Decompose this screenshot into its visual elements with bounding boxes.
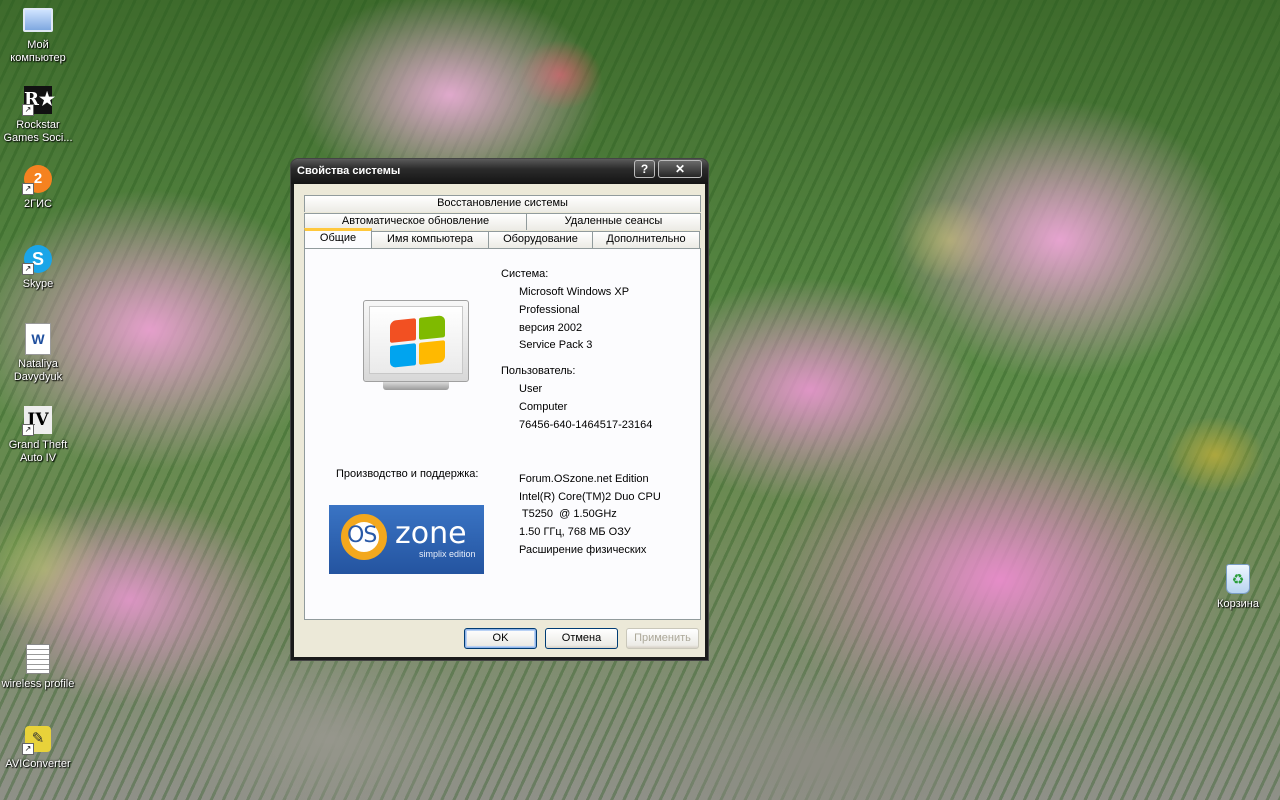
desktop-icon-wireless-profile[interactable]: wireless profile — [1, 643, 75, 691]
windows-xp-logo — [363, 300, 469, 390]
os-edition: Professional — [519, 304, 580, 316]
tab-row-3: Общие Имя компьютера Оборудование Дополн… — [304, 228, 700, 248]
word-document-icon: W — [22, 323, 54, 355]
desktop-icon-label: 2ГИС — [24, 198, 52, 210]
desktop-icon-gta-iv[interactable]: IV ↗ Grand Theft Auto IV — [1, 404, 75, 465]
ok-button[interactable]: OK — [464, 628, 537, 649]
support-heading: Производство и поддержка: — [336, 468, 479, 480]
2gis-icon: 2 ↗ — [22, 163, 54, 195]
tab-remote[interactable]: Удаленные сеансы — [526, 213, 701, 230]
window-title: Свойства системы — [297, 165, 401, 177]
desktop-icon-label: AVIConverter — [5, 758, 71, 770]
shortcut-arrow-icon: ↗ — [22, 263, 34, 275]
pae-info: Расширение физических — [519, 544, 647, 556]
desktop-icon-label: Nataliya Davydyuk — [13, 358, 63, 383]
system-properties-dialog: Свойства системы ? ✕ Восстановление сист… — [291, 159, 708, 660]
title-bar[interactable]: Свойства системы ? ✕ — [291, 159, 708, 184]
desktop-icon-2gis[interactable]: 2 ↗ 2ГИС — [1, 163, 75, 211]
cpu-name: Intel(R) Core(TM)2 Duo CPU — [519, 491, 661, 503]
help-icon: ? — [640, 162, 649, 176]
tab-advanced[interactable]: Дополнительно — [592, 231, 700, 248]
close-button[interactable]: ✕ — [658, 160, 702, 178]
desktop-icon-label: Skype — [22, 278, 54, 290]
desktop-icon-label: wireless profile — [1, 678, 75, 690]
os-service-pack: Service Pack 3 — [519, 339, 593, 351]
desktop-icon-label: Корзина — [1217, 598, 1259, 610]
general-tab-panel: Система: Microsoft Windows XP Profession… — [304, 248, 701, 620]
desktop: Мой компьютер R★ ↗ Rockstar Games Soci..… — [0, 0, 1280, 800]
desktop-icon-label: Мой компьютер — [10, 39, 66, 64]
registered-user: User — [519, 383, 543, 395]
desktop-icon-my-computer[interactable]: Мой компьютер — [1, 4, 75, 65]
tab-general[interactable]: Общие — [304, 228, 372, 248]
text-file-icon — [22, 643, 54, 675]
desktop-icon-rockstar[interactable]: R★ ↗ Rockstar Games Soci... — [1, 84, 75, 145]
apply-button[interactable]: Применить — [626, 628, 699, 649]
windows-flag-icon — [390, 315, 446, 369]
cpu-speed-ram: 1.50 ГГц, 768 МБ ОЗУ — [519, 526, 631, 538]
recycle-bin-icon: ♻ — [1222, 563, 1254, 595]
gta-iv-icon: IV ↗ — [22, 404, 54, 436]
help-button[interactable]: ? — [634, 160, 655, 178]
registered-organization: Computer — [519, 401, 568, 413]
rockstar-icon: R★ ↗ — [22, 84, 55, 116]
desktop-icon-recycle-bin[interactable]: ♻ Корзина — [1201, 563, 1275, 611]
skype-icon: S ↗ — [22, 243, 54, 275]
os-name: Microsoft Windows XP — [519, 286, 630, 298]
close-icon: ✕ — [674, 162, 686, 176]
shortcut-arrow-icon: ↗ — [22, 743, 34, 755]
tab-hardware[interactable]: Оборудование — [488, 231, 593, 248]
desktop-icon-skype[interactable]: S ↗ Skype — [1, 243, 75, 291]
desktop-icon-label: Rockstar Games Soci... — [3, 119, 73, 144]
user-heading: Пользователь: — [501, 365, 576, 377]
oem-edition: Forum.OSzone.net Edition — [519, 473, 649, 485]
tab-row-1: Восстановление системы — [304, 195, 701, 212]
os-version: версия 2002 — [519, 322, 583, 334]
aviconverter-icon: ✎ ↗ — [22, 723, 54, 755]
desktop-icon-aviconverter[interactable]: ✎ ↗ AVIConverter — [1, 723, 75, 771]
cancel-button[interactable]: Отмена — [545, 628, 618, 649]
product-id: 76456-640-1464517-23164 — [519, 419, 653, 431]
shortcut-arrow-icon: ↗ — [22, 424, 34, 436]
shortcut-arrow-icon: ↗ — [22, 183, 34, 195]
cpu-model: T5250 @ 1.50GHz — [519, 508, 617, 520]
oszone-logo[interactable]: OS zone simplix edition — [329, 505, 484, 574]
system-heading: Система: — [501, 268, 549, 280]
my-computer-icon — [22, 4, 54, 36]
tab-system-restore[interactable]: Восстановление системы — [304, 195, 701, 212]
tab-computer-name[interactable]: Имя компьютера — [371, 231, 489, 248]
shortcut-arrow-icon: ↗ — [22, 104, 34, 116]
desktop-icon-nataliya-davydyuk[interactable]: W Nataliya Davydyuk — [1, 323, 75, 384]
desktop-icon-label: Grand Theft Auto IV — [8, 439, 68, 464]
